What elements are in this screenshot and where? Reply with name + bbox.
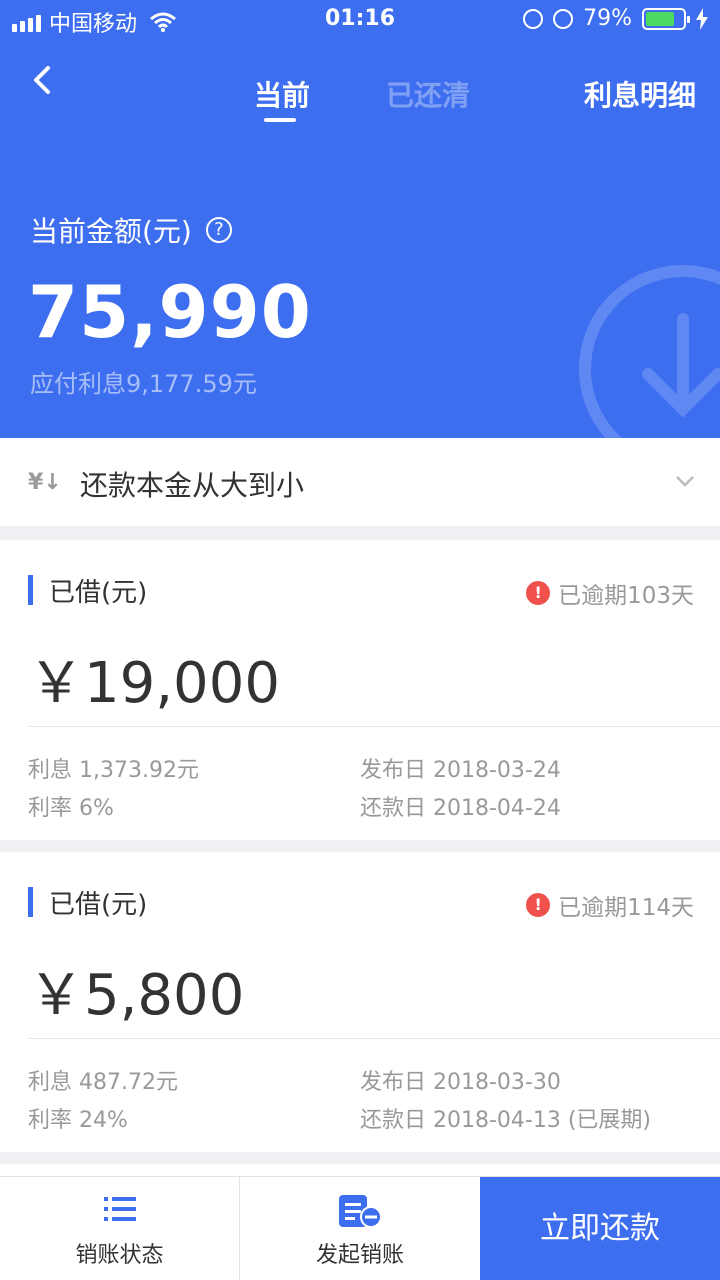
overdue-text: 已逾期114天 [558, 895, 694, 921]
loan-rate: 利率 6% [28, 796, 114, 821]
writeoff-status-button[interactable]: 销账状态 [0, 1177, 240, 1280]
back-arrow-icon[interactable] [28, 64, 60, 96]
current-amount-label-text: 当前金额(元) [30, 215, 192, 248]
list-icon [103, 1197, 136, 1221]
loan-rate: 利率 24% [28, 1108, 128, 1133]
sort-selector[interactable]: ¥↓ 还款本金从大到小 [0, 438, 720, 526]
bottom-action-bar: 销账状态 发起销账 立即还款 [0, 1176, 720, 1280]
loan-interest: 利息 1,373.92元 [28, 758, 199, 783]
interest-payable: 应付利息9,177.59元 [30, 370, 257, 398]
tab-cleared[interactable]: 已还清 [386, 74, 470, 114]
overdue-badge: ! 已逾期114天 [526, 888, 694, 922]
overdue-text: 已逾期103天 [558, 583, 694, 609]
top-nav: 当前 已还清 利息明细 [0, 56, 720, 126]
current-amount-value: 75,990 [28, 270, 312, 354]
card-accent-bar [28, 575, 33, 605]
battery-percent: 79% [583, 6, 632, 31]
loan-card[interactable]: 已借(元) ! 已逾期103天 ￥19,000 利息 1,373.92元 利率 … [0, 540, 720, 840]
sort-currency-icon: ¥↓ [28, 470, 62, 495]
loan-title: 已借(元) [49, 577, 148, 608]
loan-repay-date: 还款日 2018-04-24 [360, 796, 561, 821]
tab-current[interactable]: 当前 [254, 74, 310, 122]
overdue-badge: ! 已逾期103天 [526, 576, 694, 610]
download-decoration-icon [579, 265, 720, 438]
repay-now-button[interactable]: 立即还款 [480, 1177, 720, 1280]
loan-card[interactable]: 已借(元) ! 已逾期114天 ￥5,800 利息 487.72元 利率 24%… [0, 852, 720, 1152]
rotation-lock-icon [523, 8, 544, 29]
header-panel: 中国移动 01:16 79% 当前 已还清 利息明细 当前金额(元) ? 75,… [0, 0, 720, 438]
help-icon[interactable]: ? [205, 217, 232, 243]
loan-amount: ￥19,000 [28, 651, 280, 716]
loan-publish-date: 发布日 2018-03-30 [360, 1070, 561, 1095]
loan-amount: ￥5,800 [28, 963, 245, 1028]
charging-icon [696, 7, 708, 30]
loan-publish-date: 发布日 2018-03-24 [360, 758, 561, 783]
battery-icon [642, 7, 690, 30]
card-divider [28, 726, 720, 727]
writeoff-status-label: 销账状态 [75, 1243, 164, 1268]
warning-icon: ! [526, 581, 551, 605]
card-accent-bar [28, 887, 33, 917]
loan-repay-date: 还款日 2018-04-13 (已展期) [360, 1108, 652, 1133]
document-minus-icon [339, 1195, 382, 1228]
chevron-down-icon [676, 476, 694, 487]
sort-label: 还款本金从大到小 [80, 469, 305, 502]
loan-title: 已借(元) [49, 889, 148, 920]
loan-interest: 利息 487.72元 [28, 1070, 178, 1095]
card-divider [28, 1038, 720, 1039]
start-writeoff-button[interactable]: 发起销账 [240, 1177, 480, 1280]
start-writeoff-label: 发起销账 [315, 1243, 404, 1268]
current-amount-label: 当前金额(元) ? [30, 210, 232, 250]
interest-detail-link[interactable]: 利息明细 [584, 74, 696, 114]
alarm-icon [553, 8, 574, 29]
status-bar: 中国移动 01:16 79% [0, 0, 720, 40]
warning-icon: ! [526, 893, 551, 917]
